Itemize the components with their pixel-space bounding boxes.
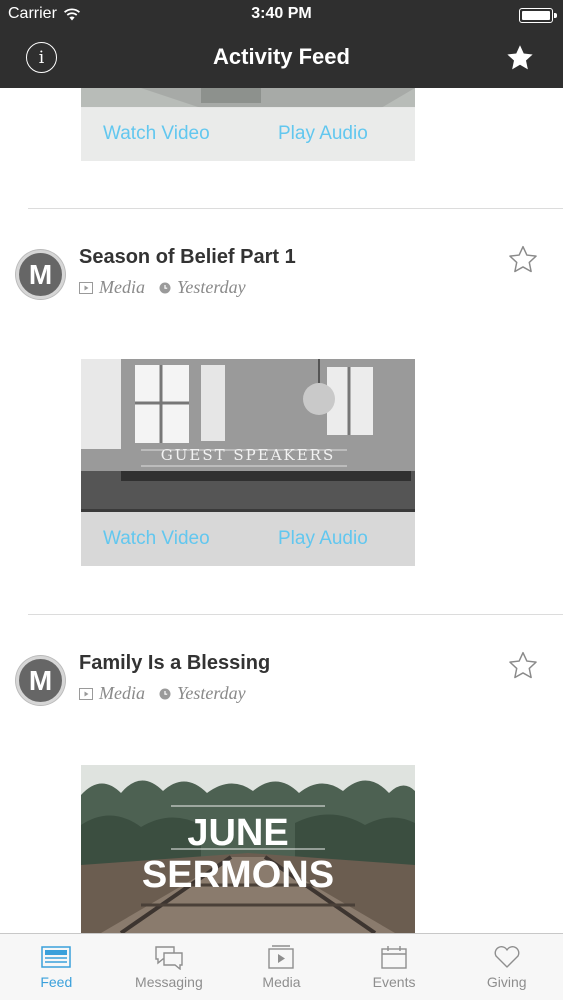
favorite-star-icon[interactable] bbox=[507, 244, 539, 276]
tab-feed[interactable]: Feed bbox=[0, 934, 113, 1000]
post-title[interactable]: Season of Belief Part 1 bbox=[79, 246, 296, 269]
tab-events[interactable]: Events bbox=[338, 934, 451, 1000]
feed-item[interactable]: M Season of Belief Part 1 Media Yesterda… bbox=[0, 208, 563, 614]
top-bar: Carrier 3:40 PM i Activity Feed bbox=[0, 0, 563, 88]
image-caption-line2: SERMONS bbox=[142, 854, 334, 896]
post-type: Media bbox=[99, 683, 145, 703]
avatar: M bbox=[16, 250, 65, 299]
battery-icon bbox=[519, 8, 557, 23]
play-audio-link[interactable]: Play Audio bbox=[278, 123, 368, 145]
tab-label: Events bbox=[372, 974, 416, 990]
favorites-button[interactable] bbox=[503, 41, 537, 75]
media-thumbnail[interactable]: JUNE SERMONS bbox=[81, 765, 415, 933]
media-type-icon bbox=[79, 687, 93, 700]
media-actions-bar: Watch Video Play Audio bbox=[81, 107, 415, 161]
media-thumbnail[interactable]: Watch Video Play Audio bbox=[81, 88, 415, 161]
image-caption-line1: JUNE bbox=[187, 812, 288, 854]
watch-video-link[interactable]: Watch Video bbox=[103, 528, 210, 550]
clock-icon bbox=[159, 282, 171, 294]
tab-label: Messaging bbox=[135, 974, 203, 990]
giving-icon bbox=[494, 946, 520, 968]
tab-label: Media bbox=[262, 974, 301, 990]
post-title[interactable]: Family Is a Blessing bbox=[79, 652, 270, 675]
post-date: Yesterday bbox=[176, 277, 246, 297]
post-date: Yesterday bbox=[176, 683, 246, 703]
star-filled-icon bbox=[507, 45, 533, 70]
status-time: 3:40 PM bbox=[251, 5, 312, 22]
media-actions-bar: Watch Video Play Audio bbox=[81, 512, 415, 566]
post-type: Media bbox=[99, 277, 145, 297]
watch-video-link[interactable]: Watch Video bbox=[103, 123, 210, 145]
messaging-icon bbox=[155, 946, 183, 970]
tab-giving[interactable]: Giving bbox=[450, 934, 563, 1000]
post-meta: Media Yesterday bbox=[79, 277, 246, 298]
favorite-star-icon[interactable] bbox=[507, 650, 539, 682]
tab-label: Giving bbox=[486, 974, 527, 990]
events-icon bbox=[381, 946, 407, 969]
play-audio-link[interactable]: Play Audio bbox=[278, 528, 368, 550]
feed-item[interactable]: M Family Is a Blessing Media Yesterday J… bbox=[0, 614, 563, 933]
media-type-icon bbox=[79, 281, 93, 294]
avatar: M bbox=[16, 656, 65, 705]
post-meta: Media Yesterday bbox=[79, 683, 246, 704]
tab-label: Feed bbox=[40, 974, 73, 990]
tab-bar: Feed Messaging Media Events Giving bbox=[0, 933, 563, 1000]
feed-icon bbox=[41, 946, 72, 968]
clock-icon bbox=[159, 688, 171, 700]
image-caption: GUEST SPEAKERS bbox=[161, 446, 336, 464]
tab-messaging[interactable]: Messaging bbox=[113, 934, 226, 1000]
media-image: JUNE SERMONS bbox=[81, 765, 415, 933]
media-thumbnail[interactable]: GUEST SPEAKERS Watch Video Play Audio bbox=[81, 359, 415, 566]
media-icon bbox=[268, 945, 295, 969]
page-title: Activity Feed bbox=[213, 44, 350, 69]
status-bar: Carrier 3:40 PM bbox=[0, 0, 563, 30]
activity-feed[interactable]: Watch Video Play Audio M Season of Belie… bbox=[0, 88, 563, 933]
tab-media[interactable]: Media bbox=[225, 934, 338, 1000]
